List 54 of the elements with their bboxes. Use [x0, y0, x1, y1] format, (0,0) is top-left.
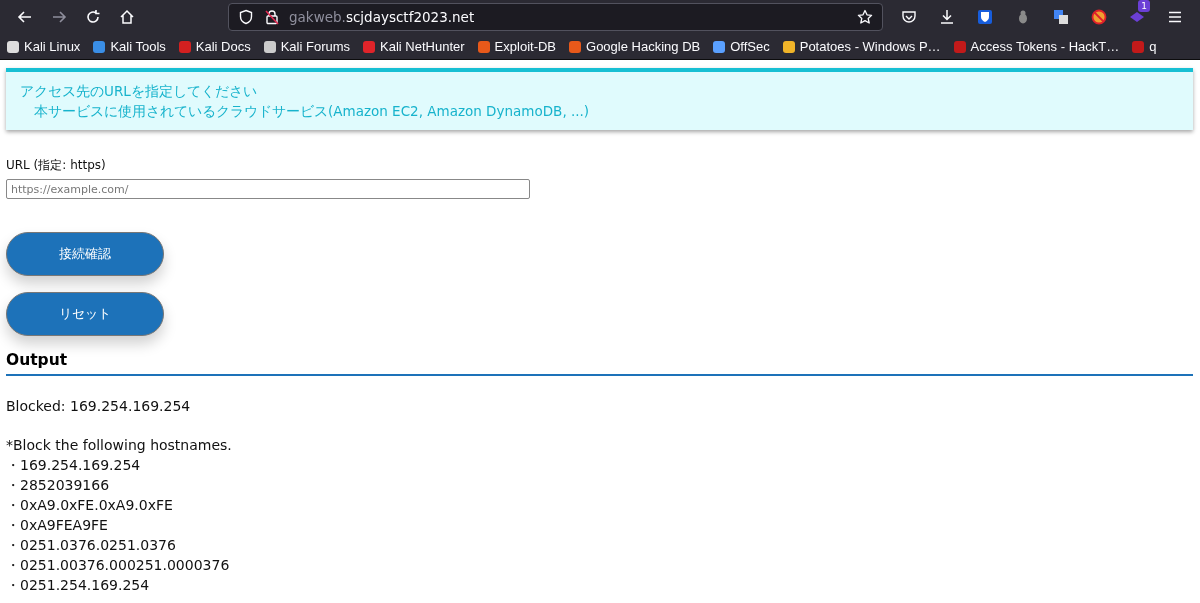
site-icon: [1131, 39, 1146, 54]
url-label: URL (指定: https): [6, 157, 107, 173]
bookmark-item[interactable]: OffSec: [712, 39, 770, 54]
pocket-icon[interactable]: [901, 9, 917, 25]
output-result: Blocked: 169.254.169.254: [6, 397, 192, 416]
site-icon: [781, 39, 796, 54]
bookmark-item[interactable]: Access Tokens - HackT…: [952, 39, 1120, 54]
output-note: *Block the following hostnames.: [6, 436, 233, 455]
url-domain: scjdaysctf2023.net: [345, 9, 475, 25]
bookmark-item[interactable]: Kali Tools: [92, 39, 166, 54]
hostname-item: ・169.254.169.254: [6, 456, 142, 475]
blocked-extension-icon[interactable]: [1091, 9, 1107, 25]
site-icon: [568, 39, 583, 54]
hostname-item: ・0xA9FEA9FE: [6, 516, 109, 535]
bookmark-item[interactable]: Google Hacking DB: [568, 39, 701, 54]
bookmark-item[interactable]: Kali Docs: [177, 39, 251, 54]
site-icon: [362, 39, 377, 54]
bookmark-item[interactable]: q: [1131, 39, 1157, 54]
output-heading: Output: [6, 351, 1193, 376]
url-subdomain: gakweb.: [289, 9, 346, 25]
star-icon[interactable]: [857, 9, 873, 25]
menu-icon[interactable]: [1167, 9, 1183, 25]
site-icon: [712, 39, 727, 54]
bookmark-item[interactable]: Kali NetHunter: [362, 39, 465, 54]
bookmark-item[interactable]: Kali Linux: [6, 39, 81, 54]
site-icon: [177, 39, 192, 54]
hostname-item: ・0251.254.169.254: [6, 576, 151, 595]
notice-text: アクセス先のURLを指定してください: [20, 82, 258, 101]
bookmark-item[interactable]: Exploit-DB: [476, 39, 557, 54]
shield-extension-icon[interactable]: [977, 9, 993, 25]
bookmark-item[interactable]: Potatoes - Windows P…: [781, 39, 941, 54]
url-input[interactable]: https://example.com/: [6, 179, 530, 199]
home-icon[interactable]: [119, 9, 135, 25]
hostname-item: ・0xA9.0xFE.0xA9.0xFE: [6, 496, 174, 515]
reload-icon[interactable]: [85, 9, 101, 25]
site-icon: [952, 39, 967, 54]
extension-badge: 1: [1138, 0, 1150, 12]
back-icon[interactable]: [17, 9, 33, 25]
hostname-item: ・0251.0376.0251.0376: [6, 536, 177, 555]
hostname-item: ・2852039166: [6, 476, 111, 495]
site-icon: [92, 39, 107, 54]
bookmark-item[interactable]: Kali Forums: [262, 39, 351, 54]
site-icon: [262, 39, 277, 54]
hostname-item: ・0251.00376.000251.0000376: [6, 556, 231, 575]
forward-icon[interactable]: [51, 9, 67, 25]
action-button[interactable]: 接続確認: [6, 232, 164, 276]
insecure-lock-icon[interactable]: [264, 9, 280, 25]
action-button[interactable]: リセット: [6, 292, 164, 336]
notice-text: 本サービスに使用されているクラウドサービス(Amazon EC2, Amazon DynamoDB, ...): [33, 102, 591, 121]
address-bar[interactable]: gakweb.scjdaysctf2023.net: [228, 3, 883, 31]
shield-icon[interactable]: [238, 9, 254, 25]
site-icon: [6, 39, 20, 54]
site-icon: [476, 39, 491, 54]
download-icon[interactable]: [939, 9, 955, 25]
